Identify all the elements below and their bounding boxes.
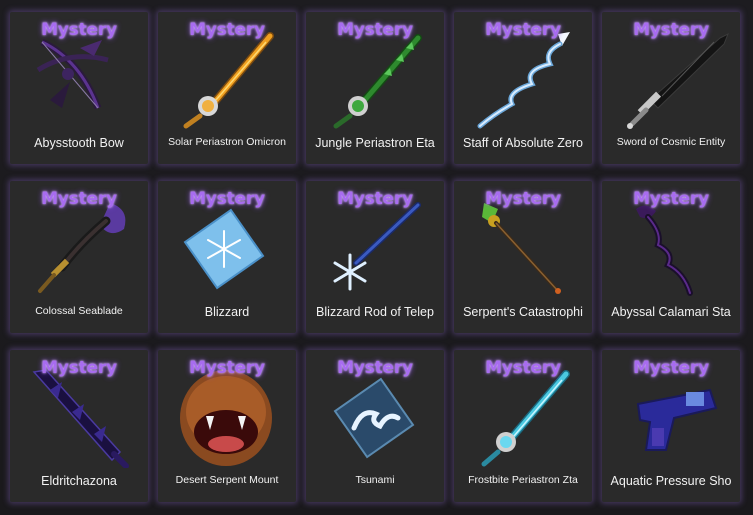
item-name: Frostbite Periastron Zta [468, 474, 578, 486]
golden-sword-icon [183, 32, 274, 129]
item-card-serpents-catastrophe[interactable]: Mystery Serpent's Catastrophi [454, 181, 592, 333]
item-card-frostbite-periastron[interactable]: Mystery Frostbite Periastron Zta [454, 350, 592, 502]
green-sword-icon [333, 34, 422, 129]
item-card-jungle-periastron-eta[interactable]: Mystery Jungle Periastron Eta [306, 12, 444, 164]
blue-blaster-icon [636, 388, 718, 451]
serpent-spear-icon [482, 203, 561, 294]
dark-bow-icon [36, 38, 109, 110]
item-card-staff-of-absolute-zero[interactable]: Mystery Staff of Absolute Zero [454, 12, 592, 164]
snowflake-card-icon [183, 208, 265, 290]
item-name: Jungle Periastron Eta [315, 136, 435, 150]
mystery-label: Mystery [41, 20, 117, 40]
mystery-label: Mystery [41, 189, 117, 209]
wave-card-icon [333, 377, 415, 459]
item-name: Eldritchazona [41, 474, 117, 488]
item-card-blizzard-rod[interactable]: Mystery Blizzard Rod of Telep [306, 181, 444, 333]
item-name: Blizzard Rod of Telep [316, 305, 434, 319]
item-card-eldritchazona[interactable]: Mystery Eldritchazona [10, 350, 148, 502]
item-name: Blizzard [204, 305, 250, 319]
black-sword-icon [627, 32, 729, 129]
mystery-label: Mystery [633, 20, 709, 40]
mystery-label: Mystery [189, 189, 265, 209]
mystery-label: Mystery [485, 189, 561, 209]
mystery-label: Mystery [337, 20, 413, 40]
item-card-abysstooth-bow[interactable]: Mystery Abysstooth Bow [10, 12, 148, 164]
item-name: Tsunami [355, 474, 395, 486]
seablade-icon [38, 203, 126, 293]
mystery-label: Mystery [337, 358, 413, 378]
inventory-grid: Mystery Abysstooth Bow Mystery Solar Per… [0, 0, 753, 515]
item-name: Serpent's Catastrophi [463, 305, 583, 319]
mystery-label: Mystery [337, 189, 413, 209]
item-name: Aquatic Pressure Sho [610, 474, 732, 488]
item-card-desert-serpent-mount[interactable]: Mystery Desert Serpent Mount [158, 350, 296, 502]
item-card-sword-of-cosmic-entity[interactable]: Mystery Sword of Cosmic Entity [602, 12, 740, 164]
item-card-solar-periastron-omicron[interactable]: Mystery Solar Periastron Omicron [158, 12, 296, 164]
mystery-label: Mystery [633, 189, 709, 209]
item-card-blizzard[interactable]: Mystery Blizzard [158, 181, 296, 333]
item-name: Sword of Cosmic Entity [616, 136, 726, 148]
item-name: Staff of Absolute Zero [463, 136, 583, 150]
mystery-label: Mystery [633, 358, 709, 378]
item-name: Abyssal Calamari Sta [611, 305, 731, 319]
item-name: Colossal Seablade [35, 305, 123, 317]
ice-staff-icon [477, 32, 570, 129]
mystery-label: Mystery [41, 358, 117, 378]
serpent-mask-icon [180, 370, 272, 466]
item-name: Solar Periastron Omicron [168, 136, 286, 148]
item-card-abyssal-calamari-staff[interactable]: Mystery Abyssal Calamari Sta [602, 181, 740, 333]
item-card-tsunami[interactable]: Mystery Tsunami [306, 350, 444, 502]
mystery-label: Mystery [189, 358, 265, 378]
item-card-colossal-seablade[interactable]: Mystery Colossal Seablade [10, 181, 148, 333]
mystery-label: Mystery [189, 20, 265, 40]
purple-sword-icon [32, 369, 129, 468]
item-card-aquatic-pressure-shooter[interactable]: Mystery Aquatic Pressure Sho [602, 350, 740, 502]
frost-sword-icon [481, 370, 570, 467]
item-name: Desert Serpent Mount [175, 474, 279, 486]
mystery-label: Mystery [485, 20, 561, 40]
dark-staff-icon [636, 205, 693, 296]
item-name: Abysstooth Bow [34, 136, 124, 150]
snowflake-rod-icon [333, 202, 421, 291]
mystery-label: Mystery [485, 358, 561, 378]
